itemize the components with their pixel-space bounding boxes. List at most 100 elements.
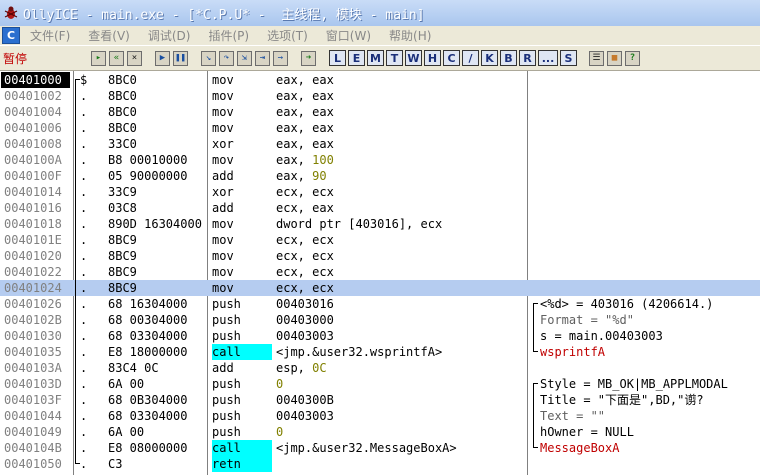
operand-constant: 0C <box>312 361 327 375</box>
threads-button[interactable]: T <box>386 50 403 66</box>
log-window-button[interactable]: L <box>329 50 346 66</box>
operands: ecx, eax <box>276 200 526 216</box>
disasm-row[interactable]: 0040104B. E8 08000000 call <jmp.&user32.Mes… <box>0 440 760 456</box>
mnemonic: mov <box>212 89 234 103</box>
jump-marker: . <box>80 265 88 279</box>
disasm-row[interactable]: 00401049. 6A 00 push 0 hOwner = NULL <box>0 424 760 440</box>
menu-view[interactable]: 查看(V) <box>88 27 130 44</box>
step-into-icon[interactable]: ↘ <box>201 50 216 66</box>
comment: wsprintfA <box>540 345 606 359</box>
disasm-row[interactable]: 0040102B. 68 00304000 push 00403000 Format =… <box>0 312 760 328</box>
comment: MessageBoxA <box>540 441 620 455</box>
disasm-row[interactable]: 00401044. 68 03304000 push 00403003 Text = "… <box>0 408 760 424</box>
mnemonic: push <box>212 393 241 407</box>
trace-over-icon[interactable]: ⇥ <box>255 50 270 66</box>
jump-marker: . <box>80 281 88 295</box>
disasm-row[interactable]: 00401006. 8BC0 mov eax, eax <box>0 120 760 136</box>
address: 00401008 <box>4 137 62 151</box>
menu-debug[interactable]: 调试(D) <box>148 27 191 44</box>
disasm-row[interactable]: 00401014. 33C9 xor ecx, ecx <box>0 184 760 200</box>
call-args-bracket-tick <box>533 447 538 448</box>
mnemonic: mov <box>212 105 234 119</box>
trace-into-icon[interactable]: ⇲ <box>237 50 252 66</box>
disasm-row[interactable]: 00401050. C3 retn <box>0 456 760 472</box>
disasm-row[interactable]: 00401022. 8BC9 mov ecx, ecx <box>0 264 760 280</box>
source-button[interactable]: S <box>560 50 577 66</box>
disassembly-pane[interactable]: 00401000 $8BC0 mov eax, eax 00401002. 8BC0 mov… <box>0 71 760 475</box>
breakpoints-button[interactable]: B <box>500 50 517 66</box>
menu-help[interactable]: 帮助(H) <box>389 27 431 44</box>
operands: 00403016 <box>276 296 526 312</box>
references-button[interactable]: R <box>519 50 536 66</box>
address: 00401016 <box>4 201 62 215</box>
window-title: OllyICE - main.exe - [*C.P.U* - 主线程, 模块 … <box>23 7 425 23</box>
disasm-row[interactable]: 0040100F. 05 90000000 add eax, 90 <box>0 168 760 184</box>
disasm-row[interactable]: 00401016. 03C8 add ecx, eax <box>0 200 760 216</box>
disasm-row[interactable]: 00401008. 33C0 xor eax, eax <box>0 136 760 152</box>
call-stack-button[interactable]: K <box>481 50 498 66</box>
disasm-row[interactable]: 00401024. 8BC9 mov ecx, ecx <box>0 280 760 296</box>
run-trace-button[interactable]: ... <box>538 50 558 66</box>
jump-marker: $ <box>80 73 88 87</box>
open-icon[interactable]: ▸ <box>91 50 106 66</box>
mnemonic: push <box>212 425 241 439</box>
hex-dump: 68 16304000 <box>108 297 188 311</box>
disasm-row[interactable]: 00401035. E8 18000000 call <jmp.&user32.wsp… <box>0 344 760 360</box>
disasm-row[interactable]: 0040103A. 83C4 0C add esp, 0C <box>0 360 760 376</box>
menu-plugins[interactable]: 插件(P) <box>208 27 249 44</box>
menu-options[interactable]: 选项(T) <box>267 27 308 44</box>
operands: ecx, ecx <box>276 280 526 296</box>
hex-dump: 6A 00 <box>108 425 145 439</box>
cpu-window-icon[interactable]: C <box>2 27 20 44</box>
disasm-row[interactable]: 00401030. 68 03304000 push 00403003 s = main… <box>0 328 760 344</box>
operand-text: ecx, ecx <box>276 249 334 263</box>
disasm-row[interactable]: 0040100A. B8 00010000 mov eax, 100 <box>0 152 760 168</box>
jump-marker: . <box>80 329 88 343</box>
pause-icon[interactable]: ❚❚ <box>173 50 188 66</box>
hex-dump: 8BC9 <box>108 249 137 263</box>
step-over-icon[interactable]: ↷ <box>219 50 234 66</box>
close-icon[interactable]: × <box>127 50 142 66</box>
jump-marker: . <box>80 201 88 215</box>
operand-constant: 0 <box>276 377 284 391</box>
rewind-icon[interactable]: « <box>109 50 124 66</box>
operands: 00403003 <box>276 328 526 344</box>
disasm-row[interactable]: 0040103D. 6A 00 push 0 Style = MB_OK|MB_APPL… <box>0 376 760 392</box>
executables-button[interactable]: E <box>348 50 365 66</box>
cpu-button[interactable]: C <box>443 50 460 66</box>
windows-button[interactable]: W <box>405 50 422 66</box>
hex-dump: 8BC0 <box>108 121 137 135</box>
patches-button[interactable]: / <box>462 50 479 66</box>
list-icon[interactable]: ☰ <box>589 50 604 66</box>
goto-icon[interactable]: ➜ <box>301 50 316 66</box>
operands: <jmp.&user32.MessageBoxA> <box>276 440 526 456</box>
execute-till-return-icon[interactable]: → <box>273 50 288 66</box>
menu-file[interactable]: 文件(F) <box>30 27 70 44</box>
address: 00401004 <box>4 105 62 119</box>
disasm-row[interactable]: 00401000 $8BC0 mov eax, eax <box>0 72 760 88</box>
run-icon[interactable]: ▶ <box>155 50 170 66</box>
operands: 0040300B <box>276 392 526 408</box>
disasm-row[interactable]: 00401004. 8BC0 mov eax, eax <box>0 104 760 120</box>
help-icon[interactable]: ? <box>625 50 640 66</box>
grid-icon[interactable]: ▦ <box>607 50 622 66</box>
operand-text: ecx, ecx <box>276 281 334 295</box>
memory-button[interactable]: M <box>367 50 384 66</box>
operand-text: eax, eax <box>276 73 334 87</box>
disasm-row[interactable]: 00401002. 8BC0 mov eax, eax <box>0 88 760 104</box>
title-bar: OllyICE - main.exe - [*C.P.U* - 主线程, 模块 … <box>0 0 760 27</box>
disasm-row[interactable]: 0040101E. 8BC9 mov ecx, ecx <box>0 232 760 248</box>
address: 00401022 <box>4 265 62 279</box>
disasm-row[interactable]: 0040103F. 68 0B304000 push 0040300B Title = … <box>0 392 760 408</box>
menu-window[interactable]: 窗口(W) <box>326 27 371 44</box>
handles-button[interactable]: H <box>424 50 441 66</box>
operand-text: eax, eax <box>276 89 334 103</box>
comment: hOwner = NULL <box>540 425 634 439</box>
operand-text: ecx, eax <box>276 201 334 215</box>
operands: eax, eax <box>276 136 526 152</box>
operands: eax, eax <box>276 88 526 104</box>
disasm-row[interactable]: 00401018. 890D 16304000 mov dword ptr [4030… <box>0 216 760 232</box>
jump-marker: . <box>80 425 88 439</box>
disasm-row[interactable]: 00401026. 68 16304000 push 00403016 <%d> = 4… <box>0 296 760 312</box>
disasm-row[interactable]: 00401020. 8BC9 mov ecx, ecx <box>0 248 760 264</box>
